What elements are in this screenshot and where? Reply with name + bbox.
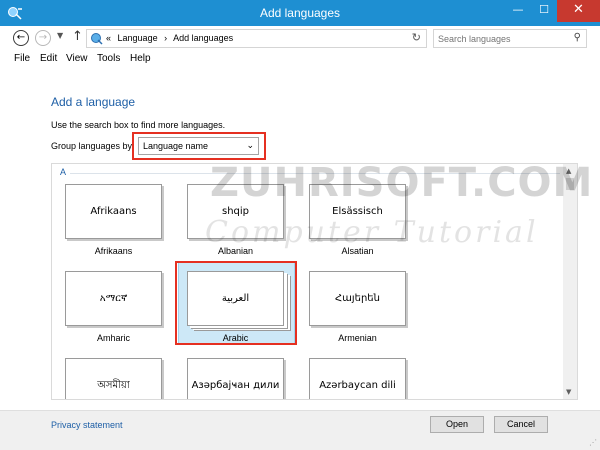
language-native-name: অসমীয়া — [65, 358, 162, 399]
menu-edit[interactable]: Edit — [40, 53, 57, 64]
breadcrumb-separator: › — [164, 33, 168, 43]
breadcrumb: « Language › Add languages — [106, 33, 237, 43]
menu-tools[interactable]: Tools — [97, 53, 120, 64]
resize-grip-icon[interactable]: ⋰ — [589, 438, 597, 447]
menu-view[interactable]: View — [66, 53, 88, 64]
main-content: Add a language Use the search box to fin… — [0, 68, 600, 410]
scroll-thumb[interactable] — [566, 178, 574, 190]
cancel-button[interactable]: Cancel — [494, 416, 548, 433]
language-list[interactable]: A Afrikaans Afrikaans shqip Albanian Els… — [51, 163, 578, 400]
vertical-scrollbar[interactable]: ▲ ▼ — [563, 164, 577, 399]
minimize-button[interactable]: — — [505, 0, 531, 22]
address-bar[interactable]: « Language › Add languages ▼ ↻ — [86, 29, 490, 48]
language-crumb-icon — [91, 33, 103, 45]
language-name: Armenian — [338, 333, 377, 343]
language-native-name: Afrikaans — [65, 184, 162, 239]
title-bar: Add languages — ☐ ✕ — [0, 0, 600, 26]
language-tile[interactable]: shqip Albanian — [187, 184, 307, 266]
up-arrow-icon[interactable]: ↑ — [72, 29, 83, 44]
group-by-select[interactable]: Language name ⌄ — [138, 137, 259, 155]
recent-locations-icon[interactable]: ▼ — [57, 31, 63, 40]
arabic-highlight-box — [175, 261, 297, 345]
breadcrumb-language[interactable]: Language — [118, 33, 158, 43]
page-title: Add a language — [51, 95, 136, 109]
language-name: Amharic — [96, 333, 130, 343]
scroll-up-icon[interactable]: ▲ — [566, 167, 571, 175]
privacy-link[interactable]: Privacy statement — [51, 420, 123, 430]
language-tile[interactable]: አማርኛ Amharic — [65, 271, 185, 353]
breadcrumb-chevrons[interactable]: « — [106, 33, 111, 43]
language-tile[interactable]: Азәрбајҹан дили — [187, 358, 307, 399]
group-divider — [70, 173, 560, 174]
language-native-name: shqip — [187, 184, 284, 239]
chevron-down-icon: ⌄ — [246, 140, 254, 150]
scroll-down-icon[interactable]: ▼ — [566, 388, 571, 396]
language-tile[interactable]: অসমীয়া — [65, 358, 185, 399]
language-native-name: Elsässisch — [309, 184, 406, 239]
menu-bar: File Edit View Tools Help — [0, 50, 600, 68]
group-header: A — [60, 167, 67, 177]
group-by-label: Group languages by — [51, 141, 133, 151]
maximize-button[interactable]: ☐ — [531, 0, 557, 22]
language-tile[interactable]: Afrikaans Afrikaans — [65, 184, 185, 266]
search-box[interactable]: ⚲ — [433, 29, 587, 48]
language-tile[interactable]: Elsässisch Alsatian — [309, 184, 429, 266]
language-tile[interactable]: Հայերեն Armenian — [309, 271, 429, 353]
search-input[interactable] — [438, 32, 563, 45]
language-native-name: አማርኛ — [65, 271, 162, 326]
instructions-text: Use the search box to find more language… — [51, 120, 226, 130]
language-native-name: Հայերեն — [309, 271, 406, 326]
language-name: Afrikaans — [94, 246, 133, 256]
language-name: Alsatian — [341, 246, 374, 256]
language-tile[interactable]: Azərbaycan dili — [309, 358, 429, 399]
search-icon[interactable]: ⚲ — [574, 32, 581, 43]
forward-button[interactable]: → — [35, 30, 51, 46]
language-native-name: Azərbaycan dili — [309, 358, 406, 399]
open-button[interactable]: Open — [430, 416, 484, 433]
navigation-bar: ← → ▼ ↑ « Language › Add languages ▼ ↻ ⚲ — [0, 26, 600, 50]
refresh-icon[interactable]: ↻ — [412, 31, 421, 44]
menu-file[interactable]: File — [14, 53, 30, 64]
dialog-footer: Privacy statement Open Cancel ⋰ — [0, 410, 600, 450]
group-by-highlight: Language name ⌄ — [132, 132, 266, 160]
language-native-name: Азәрбајҹан дили — [187, 358, 284, 399]
back-button[interactable]: ← — [13, 30, 29, 46]
menu-help[interactable]: Help — [130, 53, 151, 64]
close-button[interactable]: ✕ — [557, 0, 600, 22]
group-by-value: Language name — [143, 141, 209, 151]
language-name: Albanian — [217, 246, 254, 256]
breadcrumb-add-languages[interactable]: Add languages — [173, 33, 233, 43]
